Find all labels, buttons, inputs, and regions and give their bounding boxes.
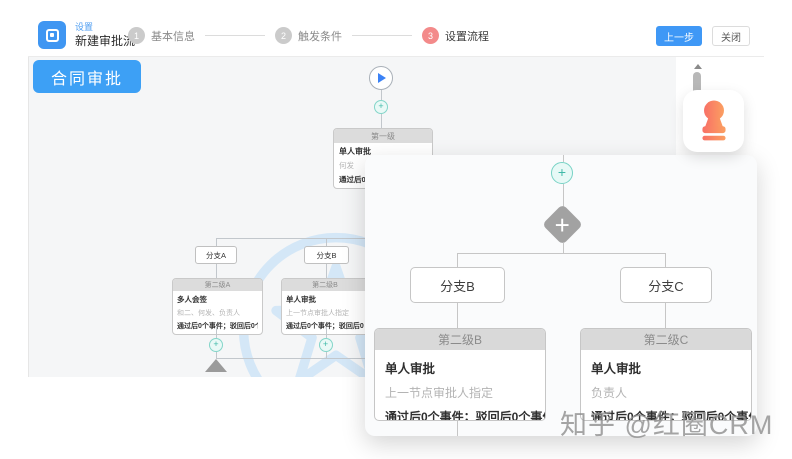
stamp-icon xyxy=(696,100,732,142)
top-bar: 设置 新建审批流 1 基本信息 2 触发条件 3 设置流程 上一步 关闭 xyxy=(28,14,764,57)
connector-line xyxy=(381,114,382,128)
connector-line xyxy=(326,238,327,246)
stamp-panel[interactable] xyxy=(683,90,744,152)
assignee: 和二、何发、负责人 xyxy=(177,308,258,318)
connector-line xyxy=(216,264,217,278)
branch-a-button[interactable]: 分支A xyxy=(195,246,237,264)
branch-b-button[interactable]: 分支B xyxy=(304,246,349,264)
plus-icon: + xyxy=(555,212,570,238)
app-logo-icon xyxy=(38,21,66,49)
play-icon xyxy=(378,73,386,83)
flow-name-badge: 合同审批 xyxy=(33,60,141,93)
card-title: 第二级B xyxy=(282,279,368,291)
step-connector xyxy=(352,35,412,36)
connector-line xyxy=(457,421,458,436)
connector-line xyxy=(381,90,382,100)
close-button[interactable]: 关闭 xyxy=(712,26,750,46)
assignee: 上一节点审批人指定 xyxy=(385,384,535,401)
branch-split-line xyxy=(457,253,666,254)
connector-line xyxy=(216,327,217,338)
add-node-button[interactable]: + xyxy=(209,338,223,352)
card-title: 第二级A xyxy=(173,279,262,291)
start-node[interactable] xyxy=(369,66,393,90)
add-node-button[interactable]: + xyxy=(374,100,388,114)
condition-gateway-node[interactable]: + xyxy=(542,204,583,245)
connector-line xyxy=(563,155,564,162)
connector-line xyxy=(457,253,458,267)
connector-line xyxy=(457,303,458,328)
approval-type: 单人审批 xyxy=(286,294,364,305)
branch-c-button[interactable]: 分支C xyxy=(620,267,712,303)
connector-line xyxy=(326,327,327,338)
approval-doc-icon xyxy=(46,29,59,42)
events-summary: 通过后0个事件；驳回后0个事件 xyxy=(177,321,258,331)
assignee: 负责人 xyxy=(591,384,741,401)
level2b-card[interactable]: 第二级B 单人审批 上一节点审批人指定 通过后0个事件；驳回后0个事件 xyxy=(374,328,546,421)
step-number: 1 xyxy=(128,27,145,44)
card-title: 第二级C xyxy=(581,329,751,350)
step-trigger-condition[interactable]: 2 触发条件 xyxy=(275,27,342,44)
previous-step-button[interactable]: 上一步 xyxy=(656,26,702,46)
connector-line xyxy=(665,253,666,267)
card-title: 第一级 xyxy=(334,129,432,143)
connector-line xyxy=(216,238,217,246)
level2a-card[interactable]: 第二级A 多人会签 和二、何发、负责人 通过后0个事件；驳回后0个事件 xyxy=(172,278,263,335)
step-connector xyxy=(205,35,265,36)
branch-b-button[interactable]: 分支B xyxy=(410,267,505,303)
merge-triangle-icon xyxy=(205,359,227,372)
approval-type: 单人审批 xyxy=(591,358,741,377)
scroll-up-icon[interactable] xyxy=(694,64,702,69)
connector-line xyxy=(665,303,666,328)
card-title: 第二级B xyxy=(375,329,545,350)
connector-line xyxy=(326,264,327,278)
step-set-process[interactable]: 3 设置流程 xyxy=(422,27,489,44)
approval-type: 多人会签 xyxy=(177,294,258,305)
add-node-button[interactable]: + xyxy=(551,162,573,184)
flow-zoom-overlay[interactable]: + + 分支B 分支C 第二级B 单人审批 上一节点审批人指定 通过后0个事件；… xyxy=(365,155,757,436)
add-node-button[interactable]: + xyxy=(319,338,333,352)
approval-type: 单人审批 xyxy=(385,358,535,377)
watermark: 知乎 @红圈CRM xyxy=(560,403,773,442)
step-number: 3 xyxy=(422,27,439,44)
assignee: 上一节点审批人指定 xyxy=(286,308,364,318)
events-summary: 通过后0个事件；驳回后0个事件 xyxy=(385,408,535,421)
connector-line xyxy=(563,243,564,253)
stepper: 1 基本信息 2 触发条件 3 设置流程 xyxy=(128,14,489,57)
step-basic-info[interactable]: 1 基本信息 xyxy=(128,27,195,44)
page-title: 新建审批流 xyxy=(75,32,135,49)
step-number: 2 xyxy=(275,27,292,44)
